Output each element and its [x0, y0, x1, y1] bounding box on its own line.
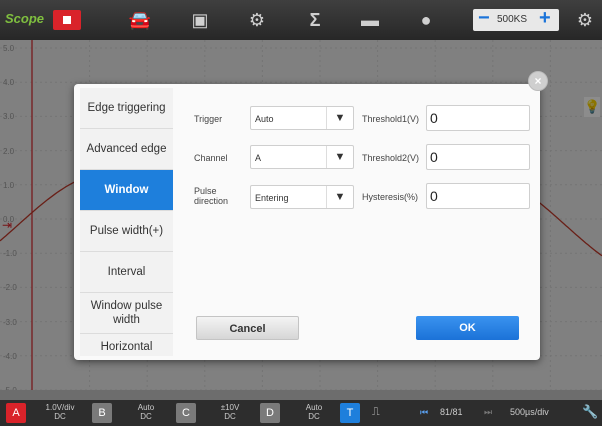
menu-item-edge-triggering[interactable]: Edge triggering	[80, 88, 173, 129]
channel-d-badge[interactable]: D	[260, 403, 280, 423]
scope-logo: Scope	[5, 11, 45, 26]
menu-item-advanced-edge[interactable]: Advanced edge	[80, 129, 173, 170]
timebase-control[interactable]: − 500KS +	[473, 7, 559, 31]
settings-icon[interactable]: ⚙	[573, 8, 597, 32]
pulse-direction-label: Pulse direction	[194, 186, 229, 206]
threshold1-input[interactable]: 0	[426, 105, 530, 131]
channel-c-scale: ±10V	[220, 403, 240, 412]
channel-c-badge[interactable]: C	[176, 403, 196, 423]
trigger-edge-icon[interactable]: ⎍	[372, 406, 380, 419]
bottom-status-bar: A 1.0V/div DC B Auto DC C ±10V DC D Auto…	[0, 400, 602, 426]
timebase-minus-button[interactable]: −	[478, 7, 490, 30]
trigger-label: Trigger	[194, 114, 223, 124]
first-frame-icon[interactable]: ⏮	[420, 407, 428, 418]
top-toolbar: Scope 🚘 ▣ ⚙ Σ ▬ ● − 500KS + ⚙	[0, 0, 602, 40]
hysteresis-label: Hysteresis(%)	[362, 192, 419, 202]
channel-d-scale: Auto	[305, 403, 323, 412]
channel-b-badge[interactable]: B	[92, 403, 112, 423]
dropdown-arrow-icon: ▼	[326, 186, 353, 208]
channel-label: Channel	[194, 153, 228, 163]
trigger-settings-dialog: Edge triggering Advanced edge Window Pul…	[74, 84, 540, 360]
threshold2-input[interactable]: 0	[426, 144, 530, 170]
menu-item-window-pulse-width[interactable]: Window pulse width	[80, 293, 173, 334]
close-dialog-button[interactable]: ×	[528, 71, 548, 91]
channel-value: A	[255, 153, 262, 163]
hysteresis-value: 0	[430, 188, 438, 204]
threshold1-label: Threshold1(V)	[362, 114, 420, 124]
timebase-plus-button[interactable]: +	[539, 7, 551, 30]
channel-c-coupling: DC	[224, 412, 236, 421]
last-frame-icon[interactable]: ⏭	[484, 407, 492, 418]
car-icon[interactable]: 🚘	[128, 8, 152, 32]
menu-item-horizontal[interactable]: Horizontal	[80, 334, 173, 356]
channel-d-coupling: DC	[308, 412, 320, 421]
channel-b-info[interactable]: Auto DC	[126, 403, 166, 421]
screen-icon[interactable]: ▣	[188, 8, 212, 32]
trigger-select[interactable]: Auto ▼	[250, 106, 354, 130]
folder-icon[interactable]: ▬	[358, 8, 382, 32]
menu-item-window[interactable]: Window	[80, 170, 173, 211]
threshold1-value: 0	[430, 110, 438, 126]
ok-button[interactable]: OK	[416, 316, 519, 340]
menu-item-interval[interactable]: Interval	[80, 252, 173, 293]
wrench-icon[interactable]: 🔧	[582, 404, 598, 420]
pulse-direction-value: Entering	[255, 193, 289, 203]
window-trigger-settings: Trigger Auto ▼ Channel A ▼ Pulse directi…	[178, 84, 540, 360]
timebase-value: 500KS	[497, 14, 528, 25]
stop-button[interactable]	[53, 10, 81, 30]
time-per-div[interactable]: 500µs/div	[510, 407, 549, 417]
pulse-direction-select[interactable]: Entering ▼	[250, 185, 354, 209]
cancel-button[interactable]: Cancel	[196, 316, 299, 340]
channel-a-info[interactable]: 1.0V/div DC	[38, 403, 82, 421]
help-icon[interactable]: ●	[414, 8, 438, 32]
threshold2-label: Threshold2(V)	[362, 153, 420, 163]
channel-b-coupling: DC	[140, 412, 152, 421]
hysteresis-input[interactable]: 0	[426, 183, 530, 209]
channel-select[interactable]: A ▼	[250, 145, 354, 169]
channel-b-scale: Auto	[137, 403, 155, 412]
frame-counter: 81/81	[440, 407, 463, 417]
channel-a-coupling: DC	[54, 412, 66, 421]
dropdown-arrow-icon: ▼	[326, 146, 353, 168]
trigger-type-menu: Edge triggering Advanced edge Window Pul…	[80, 88, 173, 356]
dropdown-arrow-icon: ▼	[326, 107, 353, 129]
channel-a-badge[interactable]: A	[6, 403, 26, 423]
trigger-badge[interactable]: T	[340, 403, 360, 423]
channel-c-info[interactable]: ±10V DC	[210, 403, 250, 421]
threshold2-value: 0	[430, 149, 438, 165]
channel-d-info[interactable]: Auto DC	[294, 403, 334, 421]
menu-item-pulse-width[interactable]: Pulse width(+)	[80, 211, 173, 252]
sigma-icon[interactable]: Σ	[303, 8, 327, 32]
trigger-value: Auto	[255, 114, 274, 124]
channel-a-scale: 1.0V/div	[45, 403, 75, 412]
gear-icon[interactable]: ⚙	[245, 8, 269, 32]
